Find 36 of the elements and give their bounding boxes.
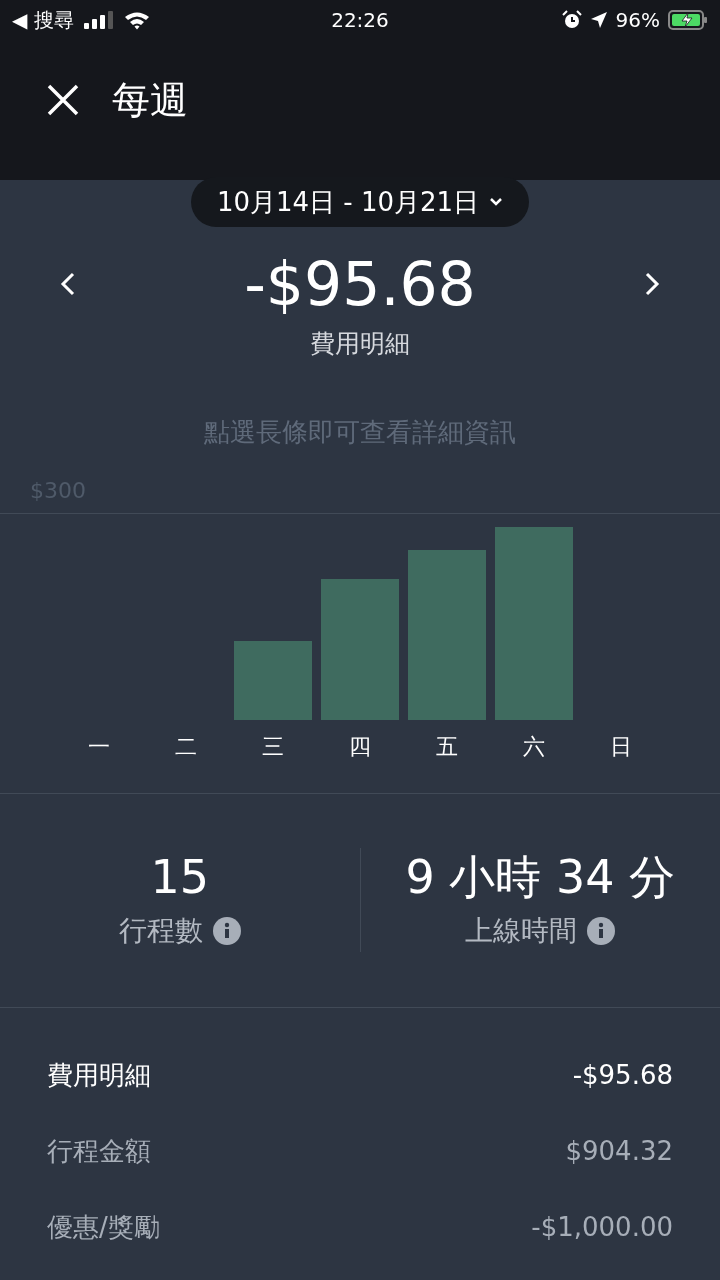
- day-label: 二: [174, 732, 197, 761]
- stat-label: 上線時間: [465, 913, 578, 949]
- battery-percent: 96%: [615, 7, 660, 34]
- row-label: 費用明細: [47, 1058, 151, 1092]
- chevron-left-icon[interactable]: [60, 272, 76, 296]
- chart-hint: 點選長條即可查看詳細資訊: [204, 415, 516, 449]
- row-amount: -$1,000.00: [531, 1210, 673, 1244]
- signal-icon: [83, 11, 114, 29]
- day-label: 三: [261, 732, 284, 761]
- battery-charging-icon: [668, 10, 708, 30]
- chevron-down-icon: [489, 197, 504, 207]
- status-time: 22:26: [330, 7, 390, 34]
- date-range-selector[interactable]: 10月14日 - 10月21日: [190, 177, 530, 227]
- day-label: 日: [610, 732, 633, 761]
- row-label: 優惠/獎勵: [47, 1210, 160, 1244]
- page-title: 每週: [112, 76, 188, 124]
- day-label: 六: [523, 732, 546, 761]
- day-label: 一: [87, 732, 110, 761]
- chevron-right-icon[interactable]: [644, 272, 660, 296]
- stat-value: 9 小時 34 分: [405, 849, 676, 906]
- row-amount: $904.32: [565, 1134, 673, 1168]
- stat-value: 15: [150, 849, 209, 906]
- wifi-icon: [123, 10, 150, 30]
- alarm-clock-icon: [561, 10, 582, 30]
- back-link[interactable]: ◀ 搜尋: [12, 5, 74, 35]
- info-icon[interactable]: [587, 917, 616, 945]
- amount-label: 費用明細: [310, 328, 410, 360]
- info-icon[interactable]: [212, 917, 241, 945]
- close-icon[interactable]: [46, 83, 80, 117]
- stat-label: 行程數: [118, 913, 203, 949]
- location-arrow-icon: [589, 11, 608, 29]
- row-label: 行程金額: [47, 1134, 151, 1168]
- day-label: 四: [349, 732, 371, 761]
- row-amount: -$95.68: [572, 1058, 673, 1092]
- day-label: 五: [436, 732, 459, 761]
- total-amount: -$95.68: [244, 249, 476, 319]
